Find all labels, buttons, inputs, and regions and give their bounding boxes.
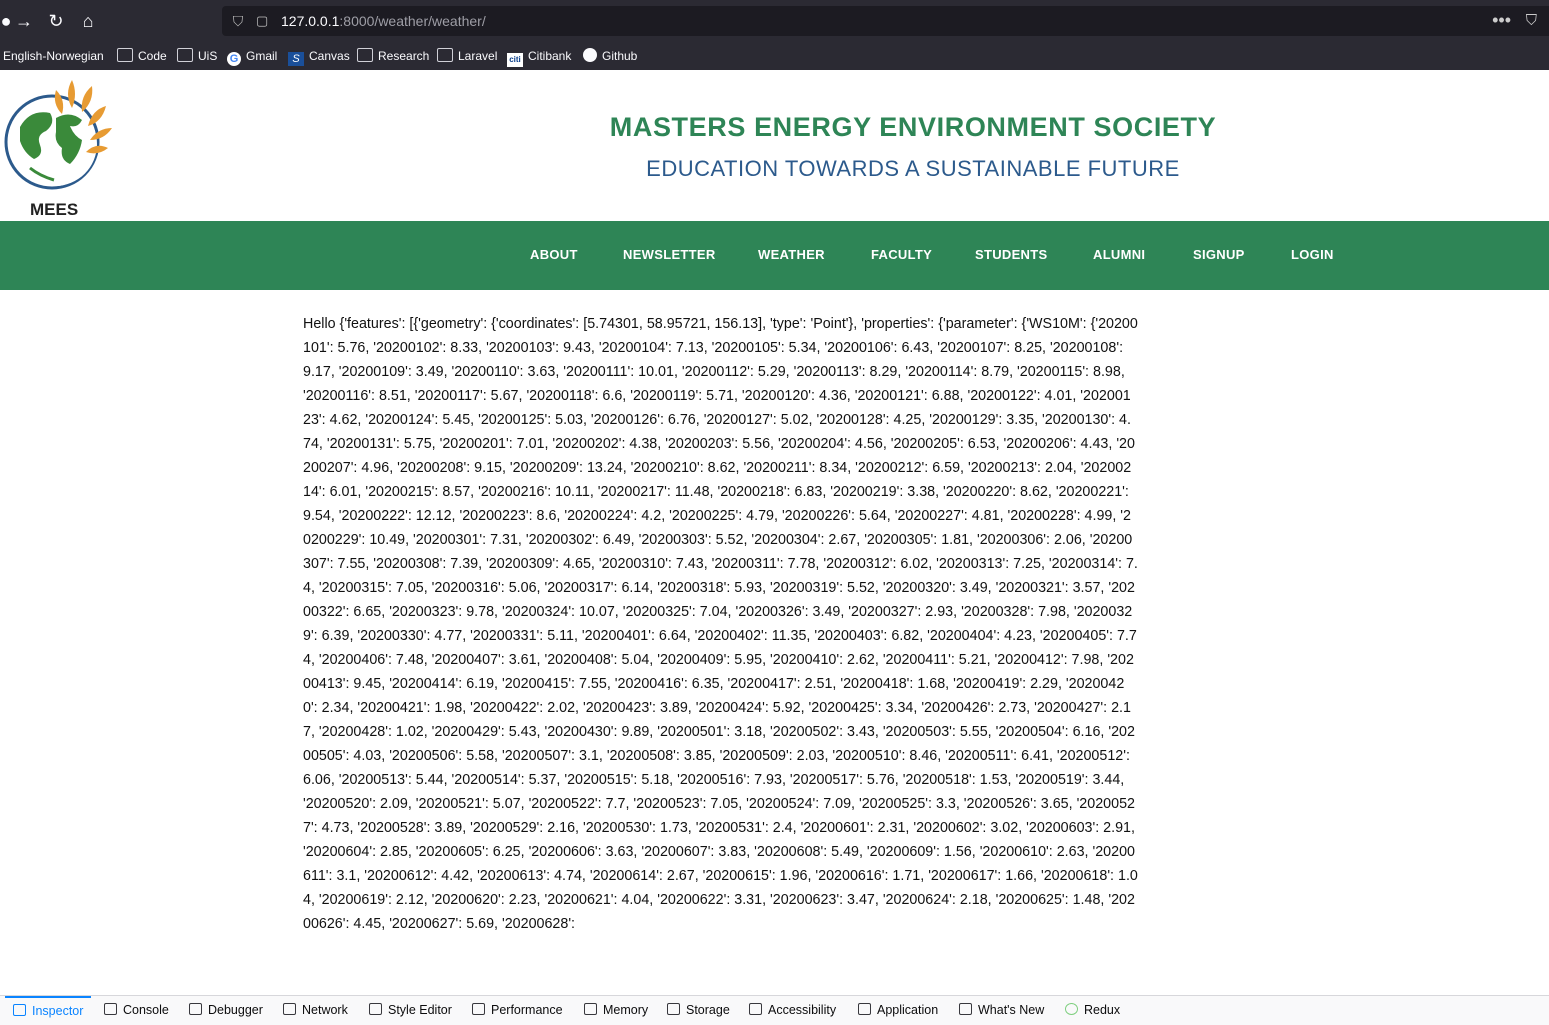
page-actions-icon[interactable]: •••: [1492, 10, 1511, 30]
performance-icon: [472, 1003, 485, 1015]
inspector-icon: [13, 1004, 26, 1016]
canvas-icon: S: [288, 52, 304, 66]
folder-icon: [437, 48, 453, 62]
weather-data-text: Hello {'features': [{'geometry': {'coord…: [303, 316, 1138, 932]
tab-label: Debugger: [208, 1003, 263, 1017]
folder-icon: [117, 48, 133, 62]
folder-icon: [177, 48, 193, 62]
bookmark-label: Github: [602, 49, 638, 63]
bookmark-english-norwegian[interactable]: English-Norwegian: [3, 47, 104, 65]
tab-label: Performance: [491, 1003, 563, 1017]
citi-icon: citi: [507, 53, 523, 67]
globe-leaves-icon: [4, 80, 112, 190]
bookmark-label: Research: [378, 49, 430, 63]
folder-icon: [357, 48, 373, 62]
bookmark-citibank[interactable]: citi Citibank: [507, 47, 572, 67]
devtools-tab-style-editor[interactable]: Style Editor: [369, 996, 452, 1025]
pocket-icon[interactable]: ⛉: [1526, 11, 1537, 31]
nav-weather[interactable]: WEATHER: [758, 247, 825, 262]
style-editor-icon: [369, 1003, 382, 1015]
bookmark-label: Canvas: [309, 49, 350, 63]
nav-newsletter[interactable]: NEWSLETTER: [623, 247, 716, 262]
devtools-tab-performance[interactable]: Performance: [472, 996, 563, 1025]
whats-new-icon: [959, 1003, 972, 1015]
tab-label: Accessibility: [768, 1003, 837, 1017]
url-path: :8000/weather/weather/: [339, 13, 486, 29]
bookmark-label: English-Norwegian: [3, 49, 104, 63]
devtools-tab-redux[interactable]: Redux: [1065, 996, 1120, 1025]
tab-label: Inspector: [32, 1004, 84, 1018]
site-title: MASTERS ENERGY ENVIRONMENT SOCIETY: [609, 112, 1217, 142]
devtools-tab-storage[interactable]: Storage: [667, 996, 730, 1025]
devtools-tab-application[interactable]: Application: [858, 996, 938, 1025]
bookmark-label: Code: [138, 49, 167, 63]
shield-icon[interactable]: ⛉: [230, 12, 246, 30]
bookmark-label: Citibank: [528, 49, 572, 63]
bookmark-label: UiS: [198, 49, 218, 63]
logo-text: MEES: [30, 200, 79, 219]
nav-students[interactable]: STUDENTS: [975, 247, 1047, 262]
tab-label: Memory: [603, 1003, 649, 1017]
bookmark-canvas[interactable]: S Canvas: [288, 47, 350, 66]
application-icon: [858, 1003, 871, 1015]
devtools-toolbar: Inspector Console Debugger Network Style…: [0, 995, 1549, 1025]
devtools-tab-network[interactable]: Network: [283, 996, 348, 1025]
devtools-tab-accessibility[interactable]: Accessibility: [749, 996, 836, 1025]
bookmark-label: Gmail: [246, 49, 278, 63]
nav-faculty[interactable]: FACULTY: [871, 247, 932, 262]
tab-label: Network: [302, 1003, 348, 1017]
browser-toolbar: ● → ↻ ⌂ ⛉ ▢ 127.0.0.1:8000/weather/weath…: [0, 0, 1549, 42]
bookmarks-bar: English-Norwegian Code UiS G Gmail S Canva…: [0, 42, 1549, 71]
bookmark-uis[interactable]: UiS: [177, 47, 217, 65]
bookmark-label: Laravel: [458, 49, 498, 63]
site-subtitle: EDUCATION TOWARDS A SUSTAINABLE FUTURE: [646, 156, 1180, 181]
bookmark-code[interactable]: Code: [117, 47, 167, 65]
bookmark-research[interactable]: Research: [357, 47, 429, 65]
google-icon: G: [227, 52, 241, 66]
site-logo[interactable]: MEES: [0, 72, 120, 220]
reload-icon[interactable]: ↻: [44, 9, 68, 33]
page-info-icon[interactable]: ▢: [256, 12, 272, 30]
devtools-tab-debugger[interactable]: Debugger: [189, 996, 263, 1025]
devtools-tab-whats-new[interactable]: What's New: [959, 996, 1044, 1025]
main-navigation: ABOUT NEWSLETTER WEATHER FACULTY STUDENT…: [0, 221, 1549, 290]
devtools-tab-memory[interactable]: Memory: [584, 996, 648, 1025]
nav-signup[interactable]: SIGNUP: [1193, 247, 1245, 262]
url-text[interactable]: 127.0.0.1:8000/weather/weather/: [281, 12, 486, 30]
url-bar[interactable]: ⛉ ▢ 127.0.0.1:8000/weather/weather/ ••• …: [222, 6, 1549, 36]
nav-login[interactable]: LOGIN: [1291, 247, 1334, 262]
devtools-tab-inspector[interactable]: Inspector: [5, 996, 92, 1025]
site-header: MEES MASTERS ENERGY ENVIRONMENT SOCIETY …: [0, 70, 1549, 221]
memory-icon: [584, 1003, 597, 1015]
tab-label: Storage: [686, 1003, 730, 1017]
bookmark-gmail[interactable]: G Gmail: [227, 47, 278, 66]
console-icon: [104, 1003, 117, 1015]
network-icon: [283, 1003, 296, 1015]
storage-icon: [667, 1003, 680, 1015]
tab-label: Redux: [1084, 1003, 1121, 1017]
tab-label: Application: [877, 1003, 939, 1017]
home-icon[interactable]: ⌂: [76, 9, 100, 33]
redux-icon: [1065, 1003, 1078, 1015]
bookmark-laravel[interactable]: Laravel: [437, 47, 497, 65]
bookmark-github[interactable]: Github: [583, 47, 637, 65]
accessibility-icon: [749, 1003, 762, 1015]
tab-label: Style Editor: [388, 1003, 452, 1017]
debugger-icon: [189, 1003, 202, 1015]
tab-label: Console: [123, 1003, 169, 1017]
tab-label: What's New: [978, 1003, 1045, 1017]
nav-about[interactable]: ABOUT: [530, 247, 578, 262]
weather-output: Hello {'features': [{'geometry': {'coord…: [303, 312, 1138, 995]
github-icon: [583, 48, 597, 62]
devtools-tab-console[interactable]: Console: [104, 996, 169, 1025]
forward-icon[interactable]: →: [12, 9, 36, 33]
nav-alumni[interactable]: ALUMNI: [1093, 247, 1145, 262]
url-host: 127.0.0.1: [281, 13, 340, 29]
